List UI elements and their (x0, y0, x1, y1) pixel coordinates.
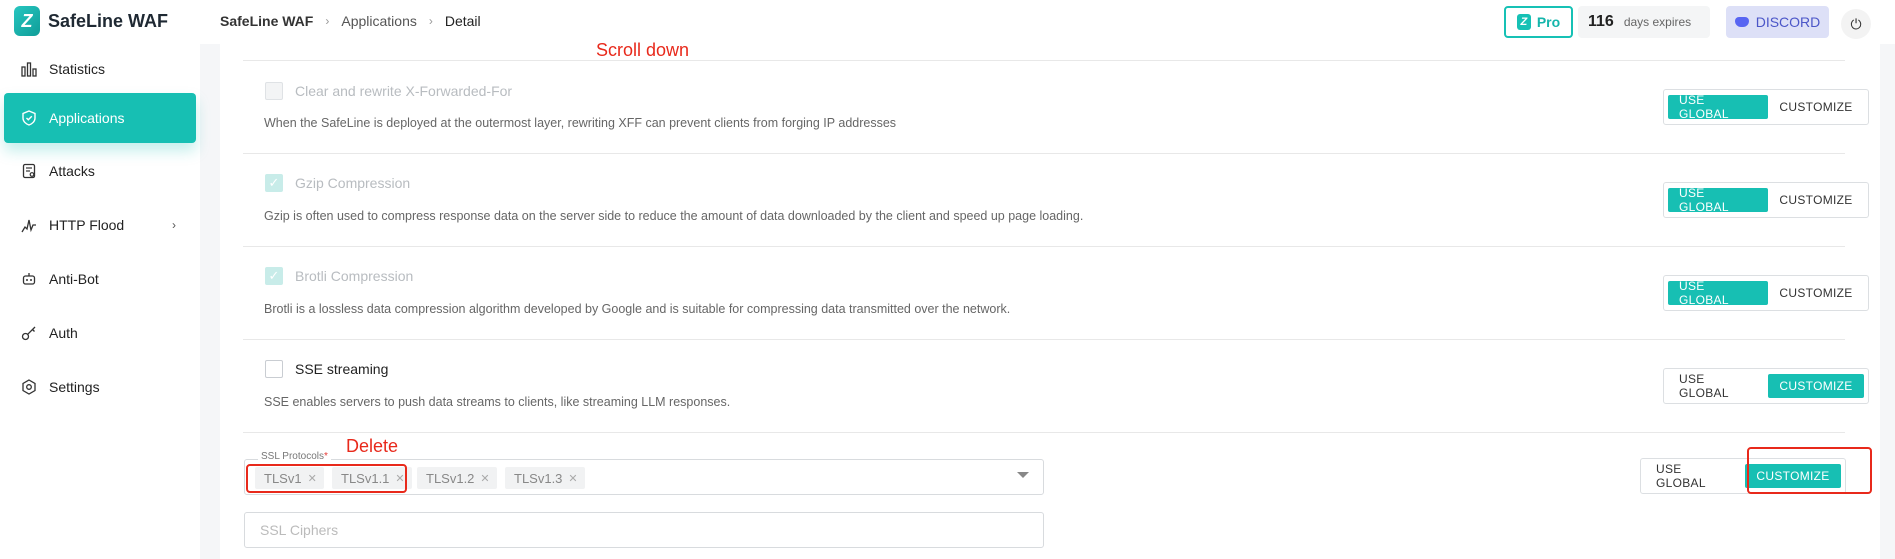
setting-title: Clear and rewrite X-Forwarded-For (265, 82, 512, 100)
setting-row-xff: Clear and rewrite X-Forwarded-For When t… (243, 61, 1869, 154)
gzip-checkbox[interactable]: ✓ (265, 174, 283, 192)
setting-description: When the SafeLine is deployed at the out… (264, 116, 897, 130)
days-label: days expires (1623, 15, 1692, 29)
setting-title-text: Clear and rewrite X-Forwarded-For (295, 83, 513, 99)
license-expiry: 116 days expires (1578, 6, 1710, 38)
chevron-right-icon: › (172, 218, 176, 232)
sidebar-item-label: Settings (49, 379, 100, 395)
flood-chart-icon (20, 216, 38, 234)
customize-button[interactable]: CUSTOMIZE (1768, 281, 1864, 305)
breadcrumb-home[interactable]: SafeLine WAF (220, 13, 313, 29)
sidebar-item-label: Auth (49, 325, 78, 341)
use-global-button[interactable]: USE GLOBAL (1668, 93, 1768, 121)
logout-icon: ⏻ (1850, 15, 1862, 32)
sidebar-item-http-flood[interactable]: HTTP Flood › (4, 200, 196, 250)
close-icon[interactable]: ✕ (568, 472, 577, 485)
setting-title-text: Gzip Compression (295, 175, 411, 191)
sidebar-item-auth[interactable]: Auth (4, 308, 196, 358)
row-divider-top (243, 44, 1845, 61)
safeline-logo-icon: Z (14, 6, 40, 36)
breadcrumb-applications[interactable]: Applications (341, 13, 417, 29)
discord-button[interactable]: DISCORD (1726, 6, 1829, 38)
pro-label: Pro (1536, 14, 1561, 30)
breadcrumb: SafeLine WAF › Applications › Detail (220, 13, 481, 29)
use-global-button[interactable]: USE GLOBAL (1668, 372, 1768, 400)
use-global-button[interactable]: USE GLOBAL (1668, 279, 1768, 307)
setting-row-gzip: ✓ Gzip Compression Gzip is often used to… (243, 154, 1869, 247)
chip-label: TLSv1.3 (514, 470, 563, 486)
discord-label: DISCORD (1755, 14, 1821, 30)
use-global-button[interactable]: USE GLOBAL (1645, 462, 1745, 490)
sidebar-item-settings[interactable]: Settings (4, 362, 196, 412)
customize-button[interactable]: CUSTOMIZE (1768, 188, 1864, 212)
protocol-chip-tlsv1-2: TLSv1.2 ✕ (417, 467, 497, 489)
sidebar-item-attacks[interactable]: Attacks (4, 146, 196, 196)
protocol-chip-tlsv1-3: TLSv1.3 ✕ (505, 467, 585, 489)
breadcrumb-current: Detail (444, 13, 481, 29)
brand-logo[interactable]: Z SafeLine WAF (14, 6, 168, 36)
dropdown-arrow-icon[interactable] (1017, 472, 1029, 478)
setting-description: Gzip is often used to compress response … (264, 209, 1084, 223)
mode-toggle: USE GLOBAL CUSTOMIZE (1663, 275, 1869, 311)
sidebar-item-label: Anti-Bot (49, 271, 99, 287)
ssl-protocols-label: SSL Protocols* (258, 451, 331, 462)
bar-chart-icon (20, 60, 38, 78)
setting-row-brotli: ✓ Brotli Compression Brotli is a lossles… (243, 247, 1869, 340)
setting-title-text: SSE streaming (295, 361, 389, 377)
shield-icon (20, 109, 38, 127)
sidebar-item-label: Applications (49, 110, 125, 126)
sidebar-item-label: Attacks (49, 163, 95, 179)
use-global-button[interactable]: USE GLOBAL (1668, 186, 1768, 214)
mode-toggle: USE GLOBAL CUSTOMIZE (1663, 182, 1869, 218)
gear-icon (20, 378, 38, 396)
setting-title: SSE streaming (265, 360, 388, 378)
customize-button[interactable]: CUSTOMIZE (1768, 95, 1864, 119)
robot-icon (20, 270, 38, 288)
sidebar-item-applications[interactable]: Applications (4, 93, 196, 143)
clipboard-icon (20, 162, 38, 180)
sidebar-item-label: HTTP Flood (49, 217, 125, 233)
chevron-right-icon: › (428, 14, 433, 28)
annotation-delete-box (246, 464, 407, 493)
annotation-scroll-down: Scroll down (596, 40, 690, 60)
sidebar-item-label: Statistics (49, 61, 106, 77)
brotli-checkbox[interactable]: ✓ (265, 267, 283, 285)
days-count: 116 (1588, 13, 1614, 30)
sidebar: Statistics Applications Attacks HTTP Flo… (0, 44, 200, 559)
top-header: Z SafeLine WAF SafeLine WAF › Applicatio… (0, 0, 1895, 44)
chevron-right-icon: › (325, 14, 330, 28)
ssl-protocols-label-text: SSL Protocols (261, 451, 324, 462)
xff-checkbox[interactable] (265, 82, 283, 100)
customize-button[interactable]: CUSTOMIZE (1768, 374, 1864, 398)
sse-checkbox[interactable] (265, 360, 283, 378)
close-icon[interactable]: ✕ (480, 472, 489, 485)
discord-icon (1734, 17, 1749, 27)
pro-logo-icon: Z (1516, 14, 1531, 30)
pro-button[interactable]: Z Pro (1504, 6, 1573, 38)
setting-title: ✓ Gzip Compression (265, 174, 410, 192)
setting-title: ✓ Brotli Compression (265, 267, 413, 285)
annotation-customize-box (1747, 447, 1872, 494)
mode-toggle: USE GLOBAL CUSTOMIZE (1663, 89, 1869, 125)
logout-button[interactable]: ⏻ (1841, 9, 1871, 39)
annotation-delete: Delete (346, 436, 399, 456)
mode-toggle: USE GLOBAL CUSTOMIZE (1663, 368, 1869, 404)
setting-description: Brotli is a lossless data compression al… (264, 302, 1011, 316)
setting-description: SSE enables servers to push data streams… (264, 395, 731, 409)
sidebar-item-anti-bot[interactable]: Anti-Bot (4, 254, 196, 304)
chip-label: TLSv1.2 (426, 470, 475, 486)
key-icon (20, 324, 38, 342)
required-mark: * (324, 451, 328, 462)
ssl-ciphers-input[interactable]: SSL Ciphers (244, 512, 1044, 548)
sidebar-item-statistics[interactable]: Statistics (4, 44, 196, 94)
setting-title-text: Brotli Compression (295, 268, 414, 284)
setting-row-sse: SSE streaming SSE enables servers to pus… (243, 340, 1869, 433)
brand-name: SafeLine WAF (48, 10, 169, 31)
